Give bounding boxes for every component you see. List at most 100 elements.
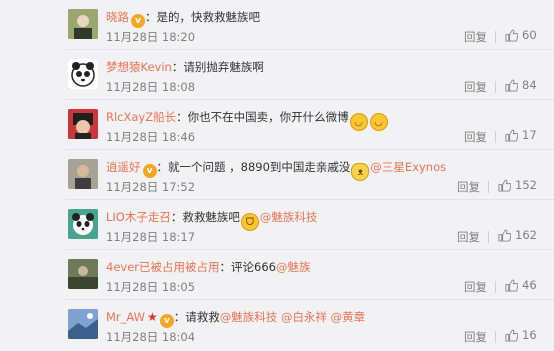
timestamp: 11月28日 18:04: [106, 330, 196, 344]
reply-button[interactable]: 回复: [464, 79, 487, 95]
comment-line: 梦想猿Kevin：请别抛弃魅族啊: [106, 58, 264, 76]
colon: ：: [170, 210, 183, 224]
like-button[interactable]: 60: [505, 28, 537, 42]
like-button[interactable]: 162: [498, 228, 537, 242]
username[interactable]: 4ever已被占用被占用: [106, 260, 220, 274]
thumbs-up-icon: [505, 28, 518, 42]
divider: [488, 231, 489, 243]
laugh-emoji-icon: ᗜ: [240, 213, 259, 231]
divider: [488, 181, 489, 193]
reply-button[interactable]: 回复: [457, 179, 480, 195]
username[interactable]: LIO木子走召: [106, 210, 171, 224]
like-button[interactable]: 152: [498, 178, 537, 192]
thumbs-up-icon: [498, 228, 511, 242]
username[interactable]: 梦想猿Kevin: [106, 60, 172, 74]
comment-text: 就一个问题 ，8890到中国走亲戚没: [168, 160, 351, 174]
reply-button[interactable]: 回复: [457, 229, 480, 245]
avatar[interactable]: [68, 309, 98, 339]
vip-badge-icon: v: [159, 314, 174, 328]
timestamp: 11月28日 18:20: [106, 30, 196, 44]
like-button[interactable]: 84: [505, 78, 537, 92]
avatar[interactable]: [68, 59, 98, 89]
timestamp: 11月28日 18:46: [106, 130, 196, 144]
avatar-image: [68, 109, 98, 139]
comment-line: 晓路 v ：是的，快救救魅族吧: [106, 8, 260, 28]
timestamp: 11月28日 17:52: [106, 180, 196, 194]
avatar[interactable]: [68, 9, 98, 39]
colon: ：: [145, 10, 157, 24]
comment-item: 晓路 v ：是的，快救救魅族吧 11月28日 18:20 回复 60: [0, 0, 554, 50]
like-button[interactable]: 17: [505, 128, 537, 142]
comment-item: 4ever已被占用被占用：评论666@魅族 11月28日 18:05 回复 46: [0, 250, 554, 300]
like-count: 84: [522, 78, 537, 92]
like-button[interactable]: 16: [505, 328, 537, 342]
divider: [495, 31, 496, 43]
username[interactable]: 逍遥好: [106, 160, 141, 174]
like-count: 46: [522, 278, 537, 292]
avatar-image: [68, 9, 98, 39]
smile-emoji-icon: ◡: [369, 113, 388, 131]
mention-link[interactable]: @魅族科技: [220, 310, 278, 324]
cat-emoji-icon: ᴥ: [351, 163, 370, 181]
username[interactable]: RlcXayZ船长: [106, 110, 176, 124]
colon: ：: [176, 110, 188, 124]
mention-link[interactable]: @黄章: [331, 310, 366, 324]
mention-link[interactable]: @魅族: [276, 260, 311, 274]
avatar[interactable]: [68, 209, 98, 239]
like-count: 152: [515, 178, 537, 192]
avatar-image: [68, 59, 98, 89]
timestamp: 11月28日 18:05: [106, 280, 196, 294]
comment-line: LIO木子走召：救救魅族吧 ᗜ @魅族科技: [106, 208, 317, 231]
comment-item: 逍遥好 v ：就一个问题 ，8890到中国走亲戚没 ᴥ @三星Exynos 11月28日…: [0, 150, 554, 200]
comment-text: 请救救: [185, 310, 220, 324]
comment-item: Mr_AW ★ v ：请救救@魅族科技 @白永祥 @黄章 11月28日 18:04 回…: [0, 300, 554, 350]
reply-button[interactable]: 回复: [464, 329, 487, 345]
smile-emoji-icon: ◡: [349, 113, 368, 131]
colon: ：: [219, 260, 232, 274]
username[interactable]: 晓路: [106, 10, 129, 24]
vip-badge-icon: v: [142, 164, 157, 178]
like-count: 16: [522, 328, 537, 342]
thumbs-up-icon: [505, 78, 518, 92]
thumbs-up-icon: [505, 128, 518, 142]
thumbs-up-icon: [505, 328, 518, 342]
timestamp: 11月28日 18:08: [106, 80, 196, 94]
vip-badge-icon: v: [131, 14, 145, 28]
divider: [495, 81, 496, 93]
comment-text: 你也不在中国卖，你开什么微博: [187, 110, 349, 124]
reply-button[interactable]: 回复: [464, 29, 487, 45]
divider: [495, 331, 496, 343]
comment-line: Mr_AW ★ v ：请救救@魅族科技 @白永祥 @黄章: [106, 308, 365, 328]
like-count: 17: [522, 128, 537, 142]
avatar-image: [68, 159, 98, 189]
timestamp: 11月28日 18:17: [106, 230, 196, 244]
comment-item: LIO木子走召：救救魅族吧 ᗜ @魅族科技 11月28日 18:17 回复 162: [0, 200, 554, 250]
avatar[interactable]: [68, 259, 98, 289]
comment-line: 4ever已被占用被占用：评论666@魅族: [106, 258, 310, 276]
avatar[interactable]: [68, 159, 98, 189]
comment-item: RlcXayZ船长：你也不在中国卖，你开什么微博 ◡ ◡ 11月28日 18:46 …: [0, 100, 554, 150]
reply-button[interactable]: 回复: [464, 279, 487, 295]
reply-button[interactable]: 回复: [464, 129, 487, 145]
mention-link[interactable]: @魅族科技: [260, 210, 318, 224]
like-count: 60: [522, 28, 537, 42]
avatar[interactable]: [68, 109, 98, 139]
mention-link[interactable]: @三星Exynos: [370, 160, 446, 174]
colon: ：: [173, 310, 186, 324]
colon: ：: [156, 160, 169, 174]
avatar-image: [68, 209, 98, 239]
thumbs-up-icon: [505, 278, 518, 292]
comment-text: 是的，快救救魅族吧: [156, 10, 261, 24]
divider: [495, 281, 496, 293]
thumbs-up-icon: [498, 178, 511, 192]
comment-line: 逍遥好 v ：就一个问题 ，8890到中国走亲戚没 ᴥ @三星Exynos: [106, 158, 446, 181]
star-icon: ★: [147, 310, 158, 324]
comment-text: 请别抛弃魅族啊: [183, 60, 264, 74]
like-button[interactable]: 46: [505, 278, 537, 292]
mention-link[interactable]: @白永祥: [281, 310, 327, 324]
username[interactable]: Mr_AW: [106, 310, 145, 324]
avatar-image: [68, 259, 98, 289]
comment-text: 救救魅族吧: [182, 210, 240, 224]
divider: [495, 131, 496, 143]
avatar-image: [68, 309, 98, 339]
